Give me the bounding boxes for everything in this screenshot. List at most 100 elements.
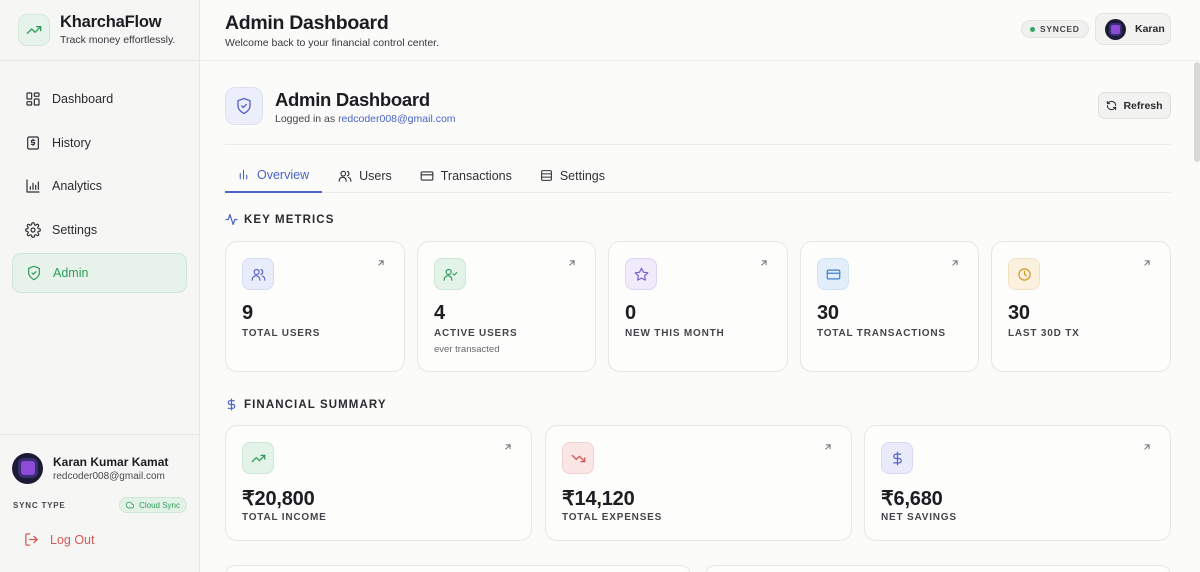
tab-users[interactable]: Users	[326, 158, 405, 193]
arrow-up-right-icon[interactable]	[503, 442, 513, 452]
sidebar-item-label: History	[52, 135, 91, 150]
metric-card-new-this-month[interactable]: 0 NEW THIS MONTH	[608, 241, 788, 372]
shield-icon	[225, 87, 263, 125]
summary-card-net-savings[interactable]: ₹6,680 NET SAVINGS	[864, 425, 1171, 541]
metric-value: 9	[242, 302, 253, 324]
metric-note: ever transacted	[434, 344, 500, 355]
metric-card-total-transactions[interactable]: 30 TOTAL TRANSACTIONS	[800, 241, 979, 372]
arrow-up-right-icon[interactable]	[376, 258, 386, 268]
brand-name: KharchaFlow	[60, 13, 162, 31]
status-dot	[1030, 26, 1035, 32]
sidebar-divider	[0, 434, 199, 435]
trending-up-icon	[242, 442, 274, 474]
key-metrics-heading: KEY METRICS	[225, 213, 334, 226]
tab-label: Users	[359, 168, 392, 183]
sync-status-label: SYNCED	[1040, 24, 1080, 34]
trending-down-icon	[562, 442, 594, 474]
page-title: Admin Dashboard	[225, 12, 389, 34]
sidebar: KharchaFlow Track money effortlessly. Da…	[0, 0, 200, 572]
user-menu-name: Karan	[1135, 23, 1165, 35]
sidebar-item-admin[interactable]: Admin	[12, 253, 187, 293]
brand: KharchaFlow Track money effortlessly.	[18, 13, 175, 46]
tab-settings[interactable]: Settings	[528, 158, 618, 193]
sync-status-badge: SYNCED	[1021, 20, 1089, 38]
credit-card-icon	[420, 170, 434, 181]
sidebar-nav: Dashboard History Analytics Settings Adm…	[12, 79, 187, 297]
user-check-icon	[434, 258, 466, 290]
tab-overview[interactable]: Overview	[225, 158, 323, 193]
logout-button[interactable]: Log Out	[24, 532, 94, 547]
admin-email-link[interactable]: redcoder008@gmail.com	[338, 113, 455, 125]
users-icon	[242, 258, 274, 290]
sidebar-divider	[0, 60, 199, 61]
refresh-label: Refresh	[1123, 99, 1163, 112]
page-subtitle: Welcome back to your financial control c…	[225, 37, 439, 49]
sidebar-item-dashboard[interactable]: Dashboard	[12, 79, 187, 119]
brand-tagline: Track money effortlessly.	[60, 34, 176, 46]
user-menu-button[interactable]: Karan	[1095, 13, 1171, 45]
admin-title: Admin Dashboard	[275, 89, 430, 110]
metric-label: LAST 30D TX	[1008, 328, 1080, 339]
arrow-up-right-icon[interactable]	[1142, 258, 1152, 268]
refresh-icon	[1107, 100, 1117, 111]
avatar	[1105, 18, 1126, 40]
chart-card	[705, 565, 1171, 572]
activity-icon	[225, 214, 238, 225]
tab-label: Settings	[559, 168, 606, 183]
refresh-button[interactable]: Refresh	[1098, 92, 1171, 119]
credit-card-icon	[817, 258, 849, 290]
trending-up-icon	[18, 13, 50, 46]
arrow-up-right-icon[interactable]	[759, 258, 769, 268]
star-icon	[625, 258, 657, 290]
summary-label: TOTAL INCOME	[242, 512, 327, 523]
users-icon	[338, 170, 352, 182]
metric-card-last-30d-tx[interactable]: 30 LAST 30D TX	[991, 241, 1171, 372]
metric-label: TOTAL USERS	[242, 328, 321, 339]
user-email: redcoder008@gmail.com	[53, 470, 165, 482]
logged-in-prefix: Logged in as	[275, 113, 336, 125]
arrow-up-right-icon[interactable]	[567, 258, 577, 268]
arrow-up-right-icon[interactable]	[950, 258, 960, 268]
cloud-icon	[125, 501, 135, 509]
arrow-up-right-icon[interactable]	[823, 442, 833, 452]
receipt-icon	[25, 135, 41, 151]
metric-value: 4	[434, 302, 445, 324]
metric-label: NEW THIS MONTH	[625, 328, 725, 339]
sync-type-value: Cloud Sync	[139, 500, 180, 510]
dashboard-icon	[25, 91, 41, 107]
sidebar-item-analytics[interactable]: Analytics	[12, 166, 187, 206]
summary-card-total-expenses[interactable]: ₹14,120 TOTAL EXPENSES	[545, 425, 852, 541]
metric-card-total-users[interactable]: 9 TOTAL USERS	[225, 241, 405, 372]
sidebar-item-label: Settings	[52, 222, 98, 237]
summary-card-total-income[interactable]: ₹20,800 TOTAL INCOME	[225, 425, 532, 541]
summary-value: ₹6,680	[881, 488, 943, 510]
metric-value: 30	[1008, 302, 1030, 324]
user-card[interactable]: Karan Kumar Kamat redcoder008@gmail.com	[12, 447, 186, 489]
sidebar-item-history[interactable]: History	[12, 123, 187, 163]
avatar	[12, 452, 43, 484]
tab-transactions[interactable]: Transactions	[408, 158, 525, 193]
scrollbar[interactable]	[1194, 62, 1200, 162]
top-header: Admin Dashboard Welcome back to your fin…	[201, 0, 1200, 61]
sync-type-row: SYNC TYPE Cloud Sync	[13, 497, 187, 513]
admin-tabs: Overview Users Transactions Settings	[225, 158, 1171, 193]
sync-type-label: SYNC TYPE	[13, 500, 66, 510]
admin-subtitle: Logged in as redcoder008@gmail.com	[275, 113, 456, 125]
sidebar-item-label: Analytics	[52, 179, 103, 193]
metric-label: TOTAL TRANSACTIONS	[817, 328, 946, 339]
dollar-icon	[881, 442, 913, 474]
metric-value: 30	[817, 302, 839, 324]
arrow-up-right-icon[interactable]	[1142, 442, 1152, 452]
logout-label: Log Out	[50, 532, 95, 547]
summary-value: ₹20,800	[242, 488, 315, 510]
shield-icon	[26, 265, 42, 281]
sidebar-item-settings[interactable]: Settings	[12, 210, 187, 250]
tab-label: Transactions	[440, 168, 512, 183]
section-title: FINANCIAL SUMMARY	[244, 398, 387, 411]
logout-icon	[25, 533, 38, 546]
summary-label: TOTAL EXPENSES	[562, 512, 663, 523]
metric-card-active-users[interactable]: 4 ACTIVE USERS ever transacted	[417, 241, 596, 372]
database-icon	[540, 170, 552, 181]
bar-chart-icon	[25, 178, 41, 194]
clock-icon	[1008, 258, 1040, 290]
